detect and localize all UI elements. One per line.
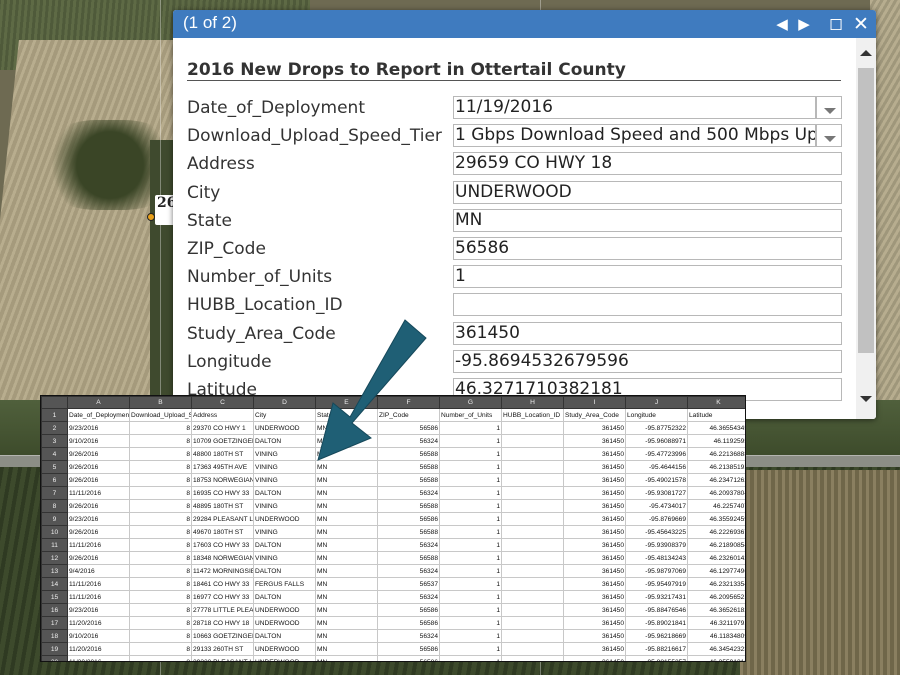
pointer-arrow-icon — [317, 319, 427, 461]
